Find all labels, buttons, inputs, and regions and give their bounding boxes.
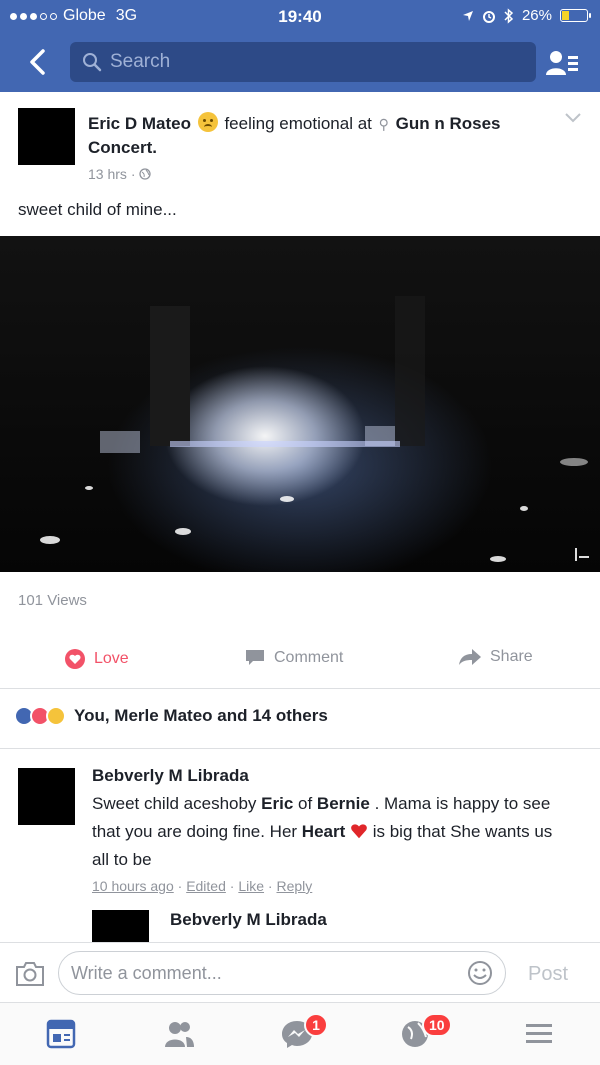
author-avatar[interactable] xyxy=(18,108,75,165)
battery-icon xyxy=(560,9,591,22)
battery-percent: 26% xyxy=(521,7,552,24)
comment-time[interactable]: 10 hours ago xyxy=(92,878,174,894)
share-label: Share xyxy=(490,648,533,665)
comment-composer: Write a comment... Post xyxy=(0,942,600,1002)
location-arrow-icon xyxy=(462,10,473,21)
post-time[interactable]: 13 hrs xyxy=(88,166,127,182)
reply-avatar[interactable] xyxy=(92,910,149,942)
notifications-tab[interactable]: 10 xyxy=(400,1013,452,1049)
feeling-text: feeling emotional at xyxy=(224,114,372,133)
comment-meta: 10 hours ago · Edited · Like · Reply xyxy=(92,878,313,894)
view-count: 101 Views xyxy=(18,592,87,609)
stage-pillar-left xyxy=(150,306,190,446)
search-input[interactable]: Search xyxy=(70,42,536,82)
post-actions: Love Comment Share xyxy=(0,638,600,678)
friends-list-icon[interactable] xyxy=(544,48,580,78)
news-feed-icon[interactable] xyxy=(44,1019,78,1049)
comment-text: Sweet child aceshoby Eric of Bernie . Ma… xyxy=(92,790,562,874)
reactions-summary[interactable]: You, Merle Mateo and 14 others xyxy=(14,706,328,726)
comment-icon xyxy=(246,650,264,665)
crowd-light xyxy=(85,486,93,490)
alarm-icon xyxy=(482,10,495,23)
search-placeholder: Search xyxy=(110,51,171,72)
location-pin-icon: ⚲ xyxy=(378,116,389,132)
comment-input[interactable]: Write a comment... xyxy=(58,951,506,995)
status-bar: Globe 3G 19:40 26% xyxy=(0,0,600,36)
edited-link[interactable]: Edited xyxy=(186,878,226,894)
wow-reaction-icon xyxy=(46,706,66,726)
crowd-light xyxy=(520,506,528,511)
reactions-text: You, Merle Mateo and 14 others xyxy=(74,706,328,725)
chevron-down-icon[interactable] xyxy=(564,112,582,124)
crowd-light xyxy=(40,536,60,544)
friend-requests-icon[interactable] xyxy=(162,1019,196,1049)
reply-link[interactable]: Reply xyxy=(276,878,312,894)
stage-pillar-right xyxy=(395,296,425,446)
divider xyxy=(0,688,600,689)
notifications-badge: 10 xyxy=(422,1013,452,1037)
stage xyxy=(170,441,400,447)
tagged-name[interactable]: Eric xyxy=(261,794,293,813)
post-card: Eric D Mateo feeling emotional at ⚲ Gun … xyxy=(0,92,600,942)
menu-icon[interactable] xyxy=(522,1019,556,1049)
globe-icon xyxy=(139,168,152,180)
comment-button[interactable]: Comment xyxy=(244,648,343,668)
emotional-face-icon xyxy=(197,112,218,132)
comment-text-part: Sweet child aceshoby xyxy=(92,794,262,813)
top-bar: Globe 3G 19:40 26% Search xyxy=(0,0,600,92)
post-header: Eric D Mateo feeling emotional at ⚲ Gun … xyxy=(88,112,548,160)
comment-placeholder: Write a comment... xyxy=(71,963,222,983)
commenter-name[interactable]: Bebverly M Librada xyxy=(92,766,249,786)
heart-word: Heart xyxy=(301,822,346,841)
back-arrow-icon[interactable] xyxy=(22,46,54,78)
crowd-light xyxy=(175,528,191,535)
divider xyxy=(0,748,600,749)
share-button[interactable]: Share xyxy=(458,648,533,666)
love-icon xyxy=(65,649,85,669)
comment-label: Comment xyxy=(274,649,344,666)
post-meta: 13 hrs · xyxy=(88,166,152,182)
search-icon xyxy=(83,53,102,72)
messages-badge: 1 xyxy=(304,1013,328,1037)
sticker-icon[interactable] xyxy=(467,960,493,986)
camera-icon[interactable] xyxy=(14,961,46,987)
love-button[interactable]: Love xyxy=(64,648,129,670)
concert-video[interactable] xyxy=(0,236,600,572)
tab-bar: 1 10 xyxy=(0,1002,600,1065)
crowd-light xyxy=(280,496,294,502)
post-text: sweet child of mine... xyxy=(18,200,177,219)
heart-emoji-icon xyxy=(351,824,367,839)
share-icon xyxy=(459,649,481,665)
stage-screen-left xyxy=(100,431,140,453)
volume-icon[interactable] xyxy=(574,544,590,562)
messenger-tab[interactable]: 1 xyxy=(280,1013,328,1049)
comment-text-part: of xyxy=(293,794,317,813)
bluetooth-icon xyxy=(504,7,514,24)
reply-author-name[interactable]: Bebverly M Librada xyxy=(170,910,327,930)
crowd-light xyxy=(490,556,506,562)
love-label: Love xyxy=(94,650,129,667)
post-button[interactable]: Post xyxy=(528,963,568,986)
crowd-light xyxy=(560,458,588,466)
commenter-avatar[interactable] xyxy=(18,768,75,825)
like-link[interactable]: Like xyxy=(238,878,264,894)
tagged-name[interactable]: Bernie xyxy=(317,794,370,813)
author-name[interactable]: Eric D Mateo xyxy=(88,114,191,133)
